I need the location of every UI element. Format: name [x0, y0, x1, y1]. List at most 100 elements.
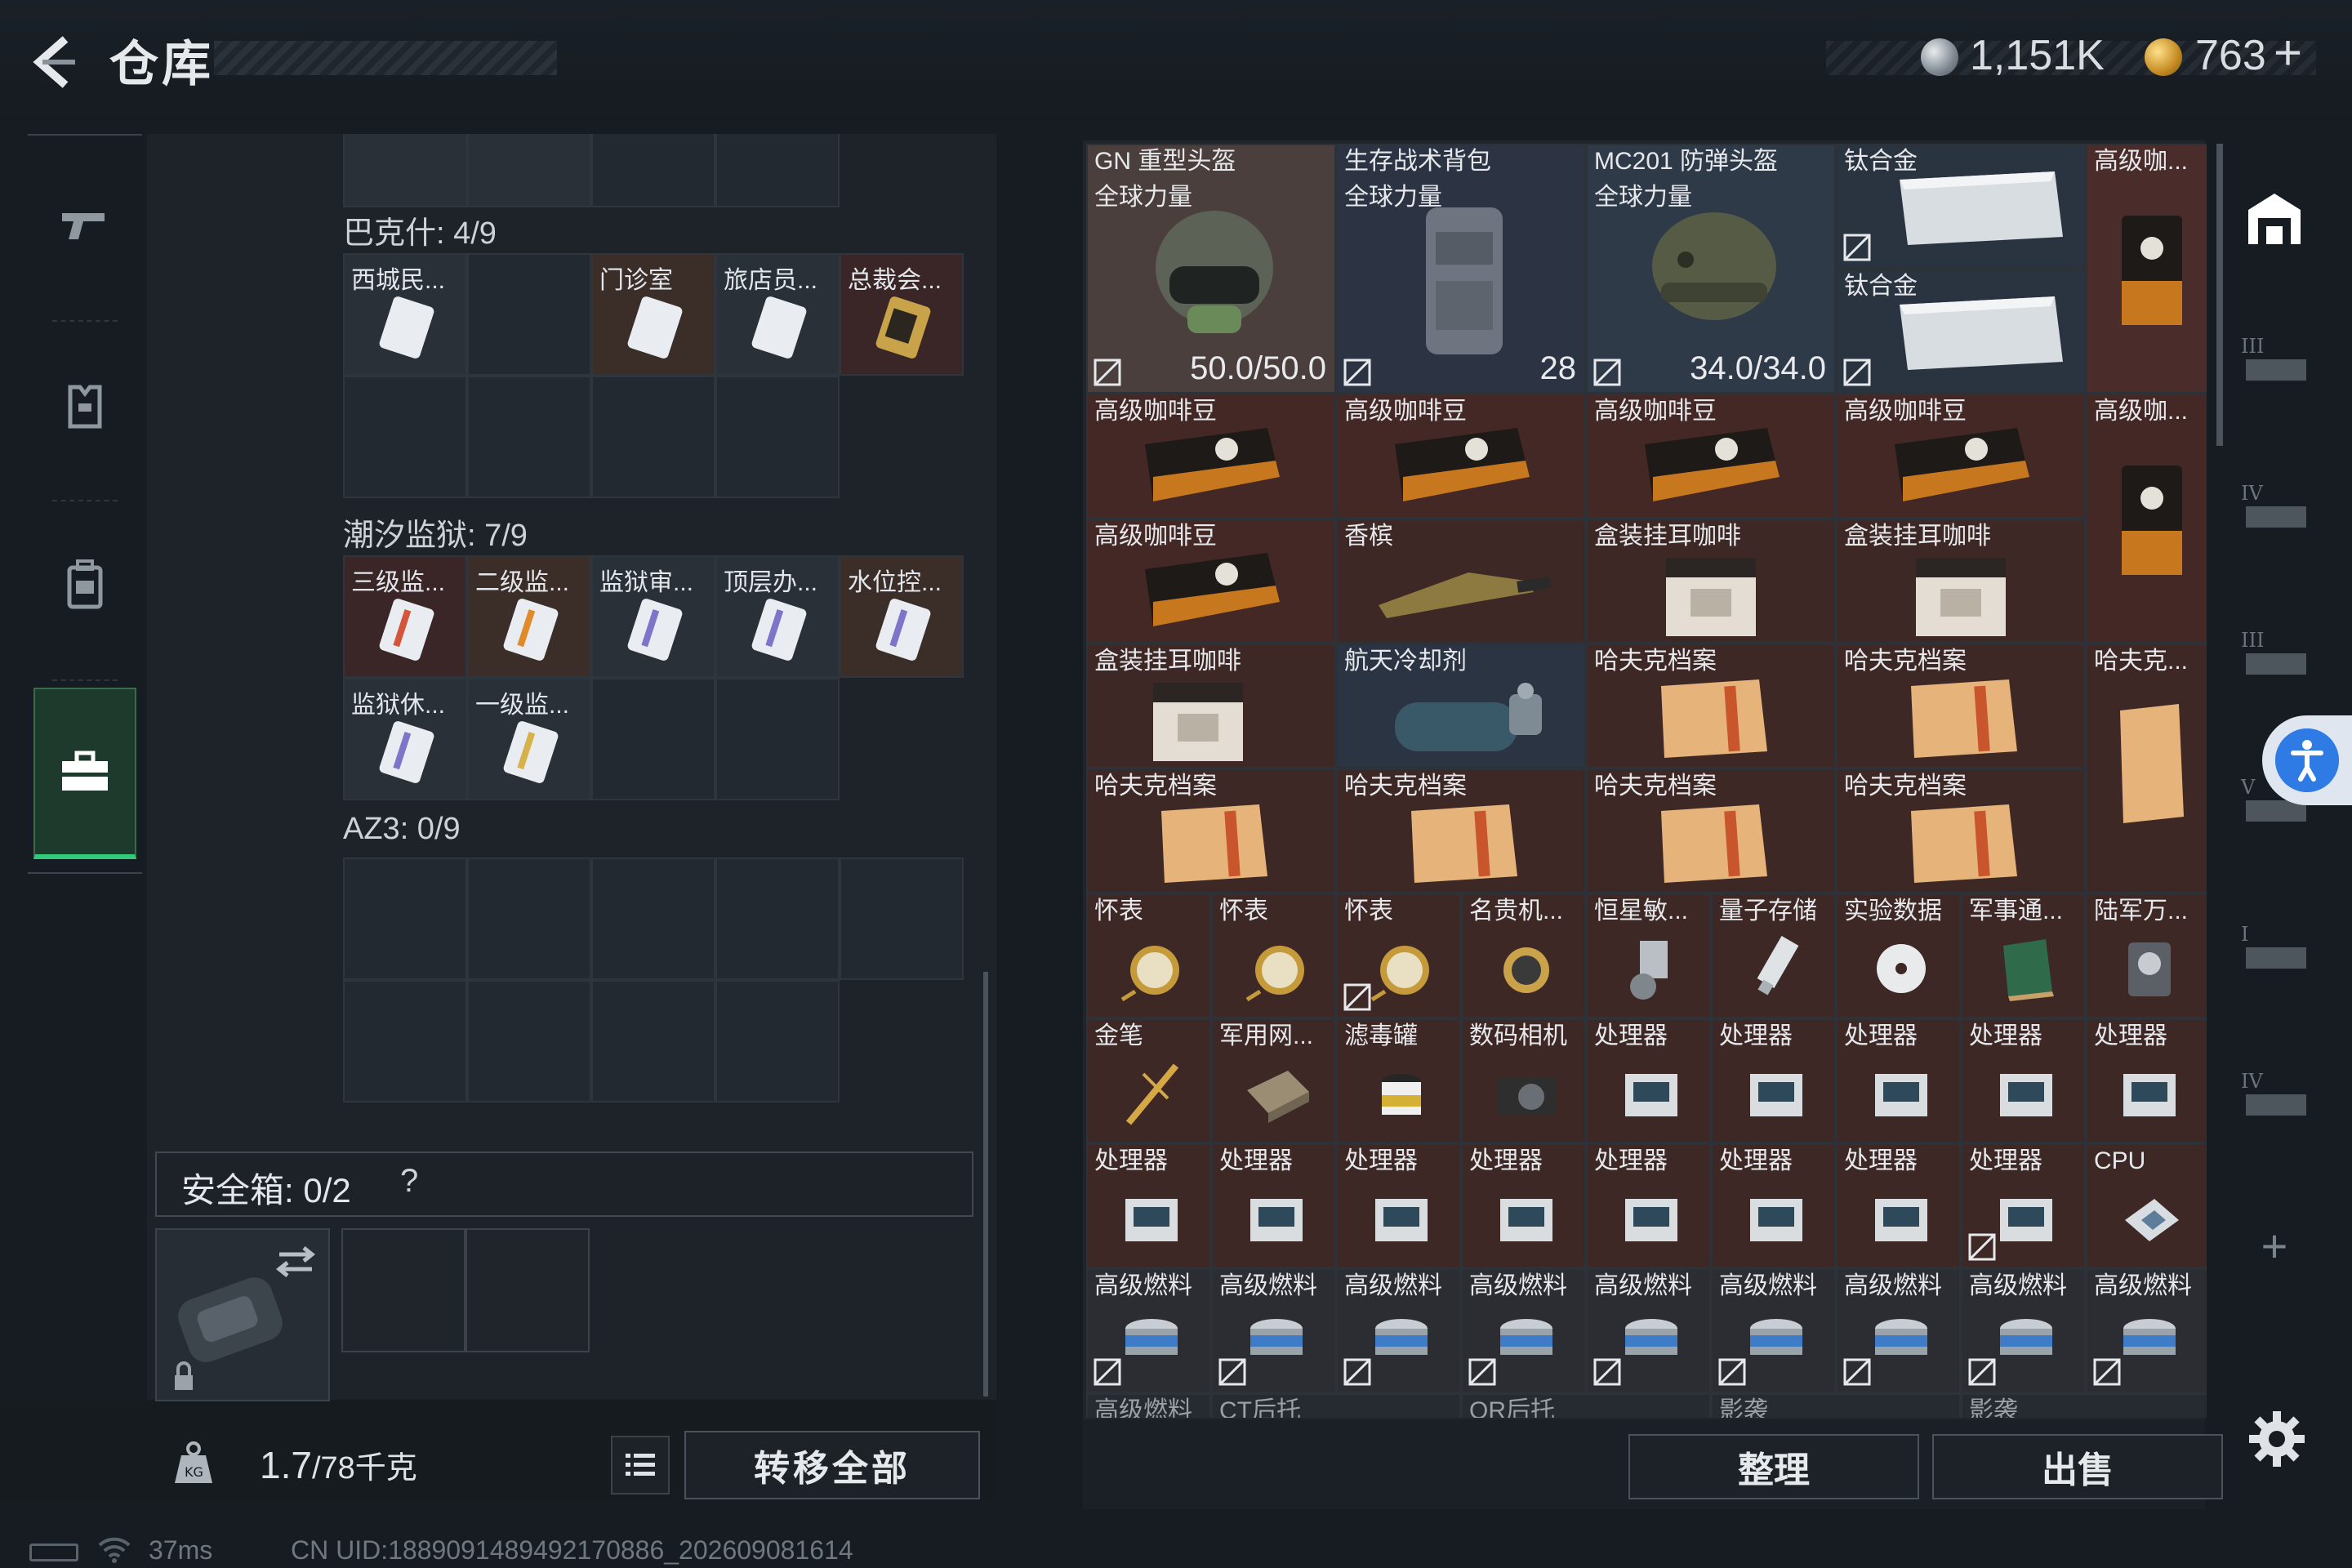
- container-scrollbar[interactable]: [983, 972, 988, 1396]
- item-premium-fuel[interactable]: 高级燃料: [1836, 1268, 1961, 1393]
- keycard-item[interactable]: 门诊室: [591, 253, 715, 376]
- grid-cell[interactable]: [715, 376, 840, 498]
- item-haavk-archive[interactable]: 哈夫克...: [2086, 644, 2207, 893]
- keycard-item[interactable]: 旅店员...: [715, 253, 840, 376]
- safe-box-slot[interactable]: [341, 1228, 466, 1352]
- item-premium-coffee[interactable]: 高级咖啡豆: [1086, 519, 1336, 644]
- item-army-multimeter[interactable]: 陆军万...: [2086, 893, 2207, 1018]
- item-mc201-helmet[interactable]: MC201 防弹头盔 全球力量 34.0/34.0: [1586, 144, 1836, 394]
- item-shadow[interactable]: 影袭: [1711, 1393, 1961, 1418]
- warehouse-scrollbar[interactable]: [2216, 144, 2223, 446]
- keycard-item[interactable]: 监狱休...: [343, 678, 467, 800]
- item-processor[interactable]: 处理器: [1711, 1143, 1836, 1268]
- warehouse-tab-iii-b[interactable]: III: [2238, 617, 2311, 691]
- warehouse-tab-iii[interactable]: III: [2238, 323, 2311, 397]
- grid-cell[interactable]: [343, 980, 467, 1102]
- sort-button[interactable]: 整理: [1628, 1434, 1919, 1499]
- item-haavk-archive[interactable]: 哈夫克档案: [1086, 768, 1336, 893]
- item-premium-fuel[interactable]: 高级燃料: [1086, 1393, 1211, 1418]
- grid-cell[interactable]: [467, 253, 591, 376]
- item-survival-backpack[interactable]: 生存战术背包 全球力量 28: [1336, 144, 1586, 394]
- item-filter-canister[interactable]: 滤毒罐: [1336, 1018, 1461, 1143]
- grid-cell[interactable]: [343, 858, 467, 980]
- item-premium-fuel[interactable]: 高级燃料: [1336, 1268, 1461, 1393]
- item-star-sensor[interactable]: 恒星敏...: [1586, 893, 1711, 1018]
- nav-case[interactable]: [33, 688, 136, 859]
- grid-cell[interactable]: [591, 134, 715, 207]
- item-titanium[interactable]: 钛合金: [1836, 269, 2086, 394]
- grid-cell[interactable]: [715, 858, 840, 980]
- item-pocket-watch[interactable]: 怀表: [1211, 893, 1336, 1018]
- grid-cell[interactable]: [715, 980, 840, 1102]
- grid-cell[interactable]: [467, 980, 591, 1102]
- grid-cell[interactable]: [467, 134, 591, 207]
- grid-cell[interactable]: [591, 858, 715, 980]
- item-processor[interactable]: 处理器: [1711, 1018, 1836, 1143]
- grid-cell[interactable]: [343, 376, 467, 498]
- item-processor[interactable]: 处理器: [1461, 1143, 1586, 1268]
- keycard-item[interactable]: 二级监...: [467, 555, 591, 678]
- keycard-item[interactable]: 总裁会...: [840, 253, 964, 376]
- item-premium-fuel[interactable]: 高级燃料: [1211, 1268, 1336, 1393]
- help-icon[interactable]: ?: [400, 1163, 436, 1204]
- item-premium-coffee[interactable]: 高级咖...: [2086, 394, 2207, 644]
- warehouse-tab-main[interactable]: [2238, 181, 2311, 255]
- grid-cell[interactable]: [467, 858, 591, 980]
- item-processor[interactable]: 处理器: [1211, 1143, 1336, 1268]
- item-titanium[interactable]: 钛合金: [1836, 144, 2086, 269]
- item-haavk-archive[interactable]: 哈夫克档案: [1836, 768, 2086, 893]
- nav-armor[interactable]: [28, 332, 142, 479]
- add-warehouse-button[interactable]: +: [2238, 1209, 2311, 1282]
- item-haavk-archive[interactable]: 哈夫克档案: [1336, 768, 1586, 893]
- item-premium-fuel[interactable]: 高级燃料: [1586, 1268, 1711, 1393]
- item-space-coolant[interactable]: 航天冷却剂: [1336, 644, 1586, 768]
- safe-box-item[interactable]: [155, 1228, 330, 1401]
- item-premium-fuel[interactable]: 高级燃料: [2086, 1268, 2207, 1393]
- keycard-item[interactable]: 监狱审...: [591, 555, 715, 678]
- grid-cell[interactable]: [840, 858, 964, 980]
- warehouse-tab-iv-b[interactable]: IV: [2238, 1058, 2311, 1132]
- grid-cell[interactable]: [591, 980, 715, 1102]
- item-processor[interactable]: 处理器: [1586, 1143, 1711, 1268]
- nav-weapon[interactable]: [28, 152, 142, 299]
- warehouse-tab-iv[interactable]: IV: [2238, 470, 2311, 544]
- warehouse-tab-i[interactable]: I: [2238, 911, 2311, 985]
- item-premium-fuel[interactable]: 高级燃料: [1461, 1268, 1586, 1393]
- grid-cell[interactable]: [467, 376, 591, 498]
- item-premium-coffee[interactable]: 高级咖啡豆: [1086, 394, 1336, 519]
- item-processor[interactable]: 处理器: [1961, 1018, 2086, 1143]
- item-gold-pen[interactable]: 金笔: [1086, 1018, 1211, 1143]
- item-military-comms[interactable]: 军事通...: [1961, 893, 2086, 1018]
- item-drip-coffee-box[interactable]: 盒装挂耳咖啡: [1086, 644, 1336, 768]
- item-pocket-watch[interactable]: 怀表: [1086, 893, 1211, 1018]
- grid-cell[interactable]: [591, 678, 715, 800]
- item-ct-stock[interactable]: CT后托: [1211, 1393, 1461, 1418]
- item-processor[interactable]: 处理器: [1336, 1143, 1461, 1268]
- keycard-item[interactable]: 西城民...: [343, 253, 467, 376]
- transfer-all-button[interactable]: 转移全部: [684, 1431, 980, 1499]
- back-arrow-icon[interactable]: [24, 29, 90, 95]
- item-processor[interactable]: 处理器: [1586, 1018, 1711, 1143]
- item-processor[interactable]: 处理器: [1836, 1018, 1961, 1143]
- item-processor[interactable]: 处理器: [1086, 1143, 1211, 1268]
- settings-gear-icon[interactable]: [2246, 1408, 2308, 1470]
- item-processor[interactable]: 处理器: [2086, 1018, 2207, 1143]
- grid-cell[interactable]: [343, 134, 467, 207]
- item-premium-fuel[interactable]: 高级燃料: [1961, 1268, 2086, 1393]
- item-drip-coffee-box[interactable]: 盒装挂耳咖啡: [1586, 519, 1836, 644]
- item-haavk-archive[interactable]: 哈夫克档案: [1586, 644, 1836, 768]
- item-drip-coffee-box[interactable]: 盒装挂耳咖啡: [1836, 519, 2086, 644]
- list-view-button[interactable]: [611, 1436, 670, 1494]
- item-pocket-watch[interactable]: 怀表: [1336, 893, 1461, 1018]
- keycard-item[interactable]: 三级监...: [343, 555, 467, 678]
- item-haavk-archive[interactable]: 哈夫克档案: [1586, 768, 1836, 893]
- sell-button[interactable]: 出售: [1932, 1434, 2223, 1499]
- item-gn-helmet[interactable]: GN 重型头盔 全球力量 50.0/50.0: [1086, 144, 1336, 394]
- item-luxury-watch[interactable]: 名贵机...: [1461, 893, 1586, 1018]
- grid-cell[interactable]: [715, 678, 840, 800]
- item-or-stock[interactable]: OR后托: [1461, 1393, 1711, 1418]
- add-currency-button[interactable]: +: [2274, 24, 2302, 81]
- keycard-item[interactable]: 顶层办...: [715, 555, 840, 678]
- safe-box-slot[interactable]: [466, 1228, 590, 1352]
- item-premium-coffee[interactable]: 高级咖啡豆: [1336, 394, 1586, 519]
